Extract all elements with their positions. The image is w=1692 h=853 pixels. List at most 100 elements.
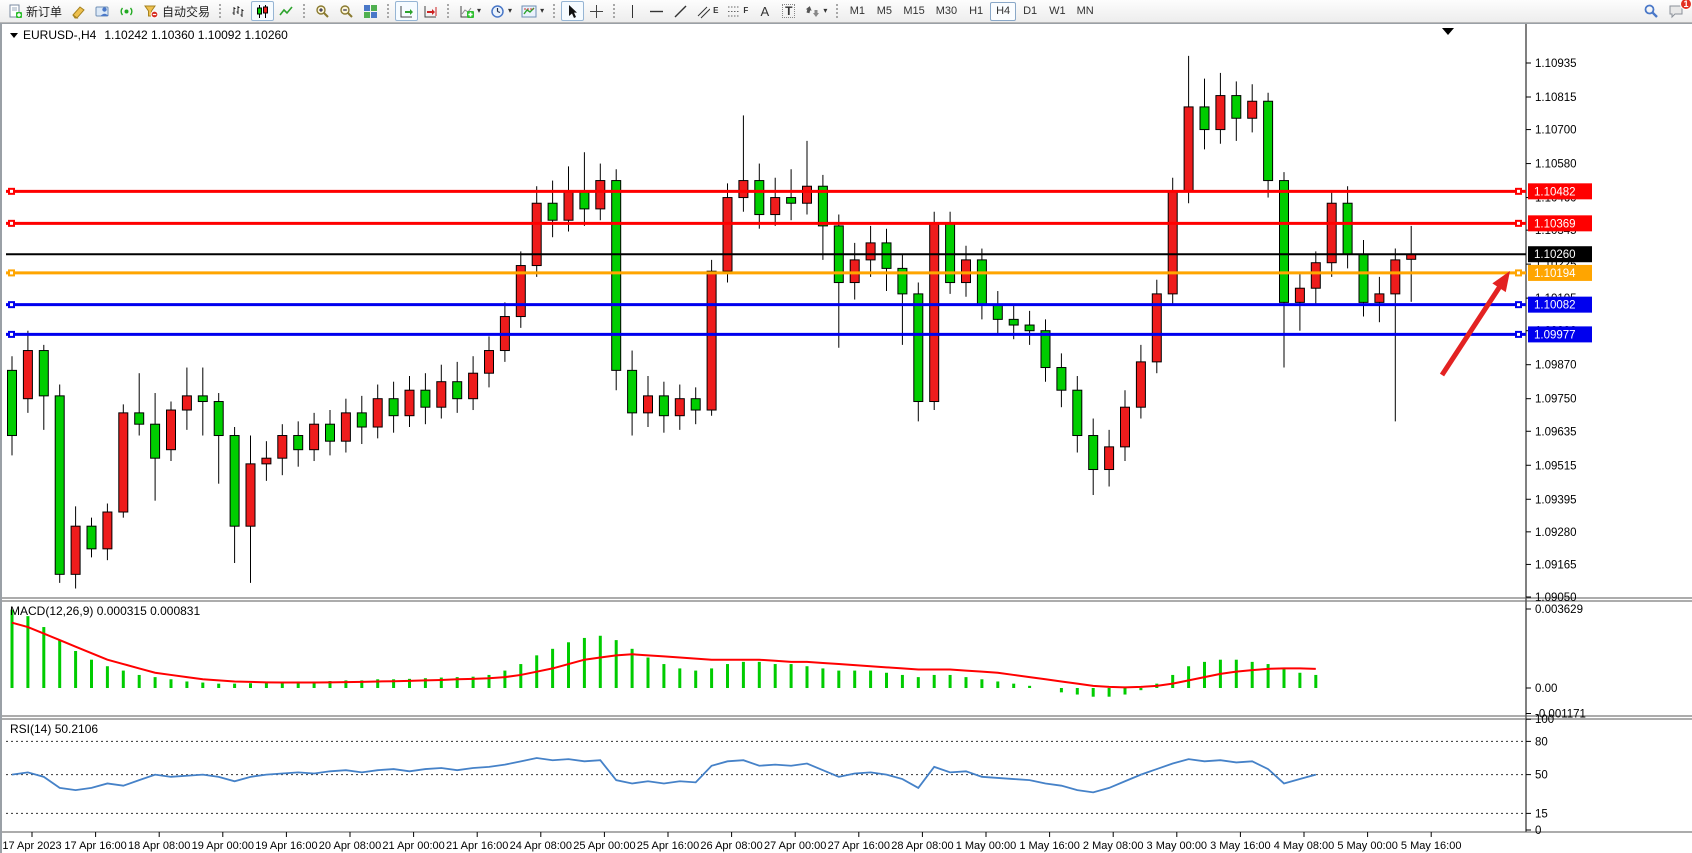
panel-frames: [2, 23, 1692, 853]
arrows-icon: [805, 4, 820, 19]
toolbar-grip: [612, 3, 617, 19]
insert-group: ▾ ▾ ▾: [455, 0, 548, 23]
indicators-caret-icon: ▾: [477, 7, 481, 15]
svg-text:100: 100: [1535, 714, 1554, 726]
new-order-icon: [8, 4, 23, 19]
chart-shift-button[interactable]: [419, 1, 442, 21]
templates-button[interactable]: ▾: [517, 1, 548, 21]
tf-button-d1[interactable]: D1: [1017, 2, 1043, 21]
chart-window: 1.109351.108151.107001.105801.104601.103…: [0, 23, 1692, 853]
svg-text:1.10260: 1.10260: [1534, 249, 1576, 261]
svg-text:18 Apr 08:00: 18 Apr 08:00: [128, 840, 190, 852]
toolbar-grip: [218, 3, 223, 19]
svg-text:0: 0: [1535, 825, 1541, 837]
equidistant-channel-button[interactable]: E: [693, 1, 722, 21]
tf-button-h4[interactable]: H4: [990, 2, 1016, 21]
tf-button-mn[interactable]: MN: [1072, 2, 1099, 21]
objects-group: [561, 0, 608, 23]
auto-scroll-icon: [399, 4, 414, 19]
strategy-tester-icon: [95, 4, 110, 19]
strategy-tester-button[interactable]: [91, 1, 114, 21]
candlestick-chart-button[interactable]: [251, 1, 274, 21]
line-chart-button[interactable]: [275, 1, 298, 21]
autotrading-label: 自动交易: [162, 3, 210, 20]
right-tools-group: 1: [1639, 0, 1688, 23]
chat-button[interactable]: 1: [1664, 1, 1688, 21]
svg-text:3 May 00:00: 3 May 00:00: [1147, 840, 1208, 852]
indicators-button[interactable]: ▾: [455, 1, 485, 21]
equidistant-channel-icon: [697, 4, 710, 19]
tf-button-m1[interactable]: M1: [844, 2, 870, 21]
rsi-value: 50.2106: [55, 722, 98, 736]
lines-group: E F A T ▾: [621, 0, 831, 23]
metaeditor-button[interactable]: [67, 1, 90, 21]
text-button[interactable]: A: [753, 1, 776, 21]
svg-text:1 May 16:00: 1 May 16:00: [1019, 840, 1080, 852]
svg-text:27 Apr 00:00: 27 Apr 00:00: [764, 840, 826, 852]
bar-chart-button[interactable]: [227, 1, 250, 21]
autotrading-button[interactable]: 自动交易: [139, 1, 214, 21]
crosshair-button[interactable]: [585, 1, 608, 21]
svg-text:50: 50: [1535, 770, 1548, 782]
svg-text:17 Apr 2023: 17 Apr 2023: [2, 840, 61, 852]
tf-button-m5[interactable]: M5: [871, 2, 897, 21]
tf-button-m15[interactable]: M15: [898, 2, 929, 21]
svg-text:1.10580: 1.10580: [1535, 159, 1577, 171]
horizontal-line-button[interactable]: [645, 1, 668, 21]
template-icon: [521, 4, 537, 19]
svg-text:15: 15: [1535, 808, 1548, 820]
svg-text:24 Apr 08:00: 24 Apr 08:00: [510, 840, 572, 852]
scroll-group: [395, 0, 442, 23]
periods-button[interactable]: ▾: [486, 1, 516, 21]
symbol-label: EURUSD-,H4: [23, 28, 96, 42]
bar-chart-icon: [231, 4, 246, 19]
svg-text:19 Apr 00:00: 19 Apr 00:00: [192, 840, 254, 852]
tile-windows-button[interactable]: [359, 1, 382, 21]
symbol-dropdown-icon[interactable]: [10, 33, 18, 38]
svg-text:1.10700: 1.10700: [1535, 125, 1577, 137]
auto-scroll-button[interactable]: [395, 1, 418, 21]
text-label-button[interactable]: T: [777, 1, 800, 21]
toolbar-grip: [446, 3, 451, 19]
macd-header: MACD(12,26,9) 0.000315 0.000831: [10, 604, 200, 618]
svg-text:21 Apr 00:00: 21 Apr 00:00: [382, 840, 444, 852]
toolbar-grip: [302, 3, 307, 19]
search-button[interactable]: [1639, 1, 1663, 21]
arrows-button[interactable]: ▾: [801, 1, 831, 21]
svg-text:2 May 08:00: 2 May 08:00: [1083, 840, 1144, 852]
new-order-button[interactable]: 新订单: [4, 1, 66, 21]
vertical-line-button[interactable]: [621, 1, 644, 21]
cursor-icon: [565, 4, 580, 19]
tile-windows-icon: [363, 4, 378, 19]
trade-group: 新订单 自动交易: [4, 0, 214, 23]
trendline-button[interactable]: [669, 1, 692, 21]
svg-text:1 May 00:00: 1 May 00:00: [956, 840, 1017, 852]
macd-values: 0.000315 0.000831: [97, 604, 200, 618]
svg-text:1.10482: 1.10482: [1534, 186, 1576, 198]
arrows-caret-icon: ▾: [823, 7, 827, 15]
fibonacci-button[interactable]: F: [723, 1, 752, 21]
tf-button-m30[interactable]: M30: [931, 2, 962, 21]
toolbar-grip: [835, 3, 840, 19]
crosshair-icon: [589, 4, 604, 19]
zoom-out-button[interactable]: [335, 1, 358, 21]
toolbar-grip: [552, 3, 557, 19]
symbol-header: EURUSD-,H41.10242 1.10360 1.10092 1.1026…: [10, 28, 288, 42]
svg-text:1.09515: 1.09515: [1535, 460, 1577, 472]
svg-text:28 Apr 08:00: 28 Apr 08:00: [891, 840, 953, 852]
chart-canvas[interactable]: 1.109351.108151.107001.105801.104601.103…: [2, 23, 1692, 853]
alerts-button[interactable]: [115, 1, 138, 21]
zoom-in-button[interactable]: [311, 1, 334, 21]
cursor-button[interactable]: [561, 1, 584, 21]
svg-text:26 Apr 08:00: 26 Apr 08:00: [700, 840, 762, 852]
chart-shift-icon: [423, 4, 438, 19]
svg-text:4 May 08:00: 4 May 08:00: [1274, 840, 1335, 852]
svg-text:21 Apr 16:00: 21 Apr 16:00: [446, 840, 508, 852]
candlestick-chart-icon: [255, 4, 270, 19]
notification-badge: 1: [1680, 0, 1692, 10]
tf-button-h1[interactable]: H1: [963, 2, 989, 21]
svg-text:80: 80: [1535, 736, 1548, 748]
svg-text:5 May 16:00: 5 May 16:00: [1401, 840, 1462, 852]
tf-button-w1[interactable]: W1: [1044, 2, 1071, 21]
fibonacci-icon: [727, 4, 740, 19]
